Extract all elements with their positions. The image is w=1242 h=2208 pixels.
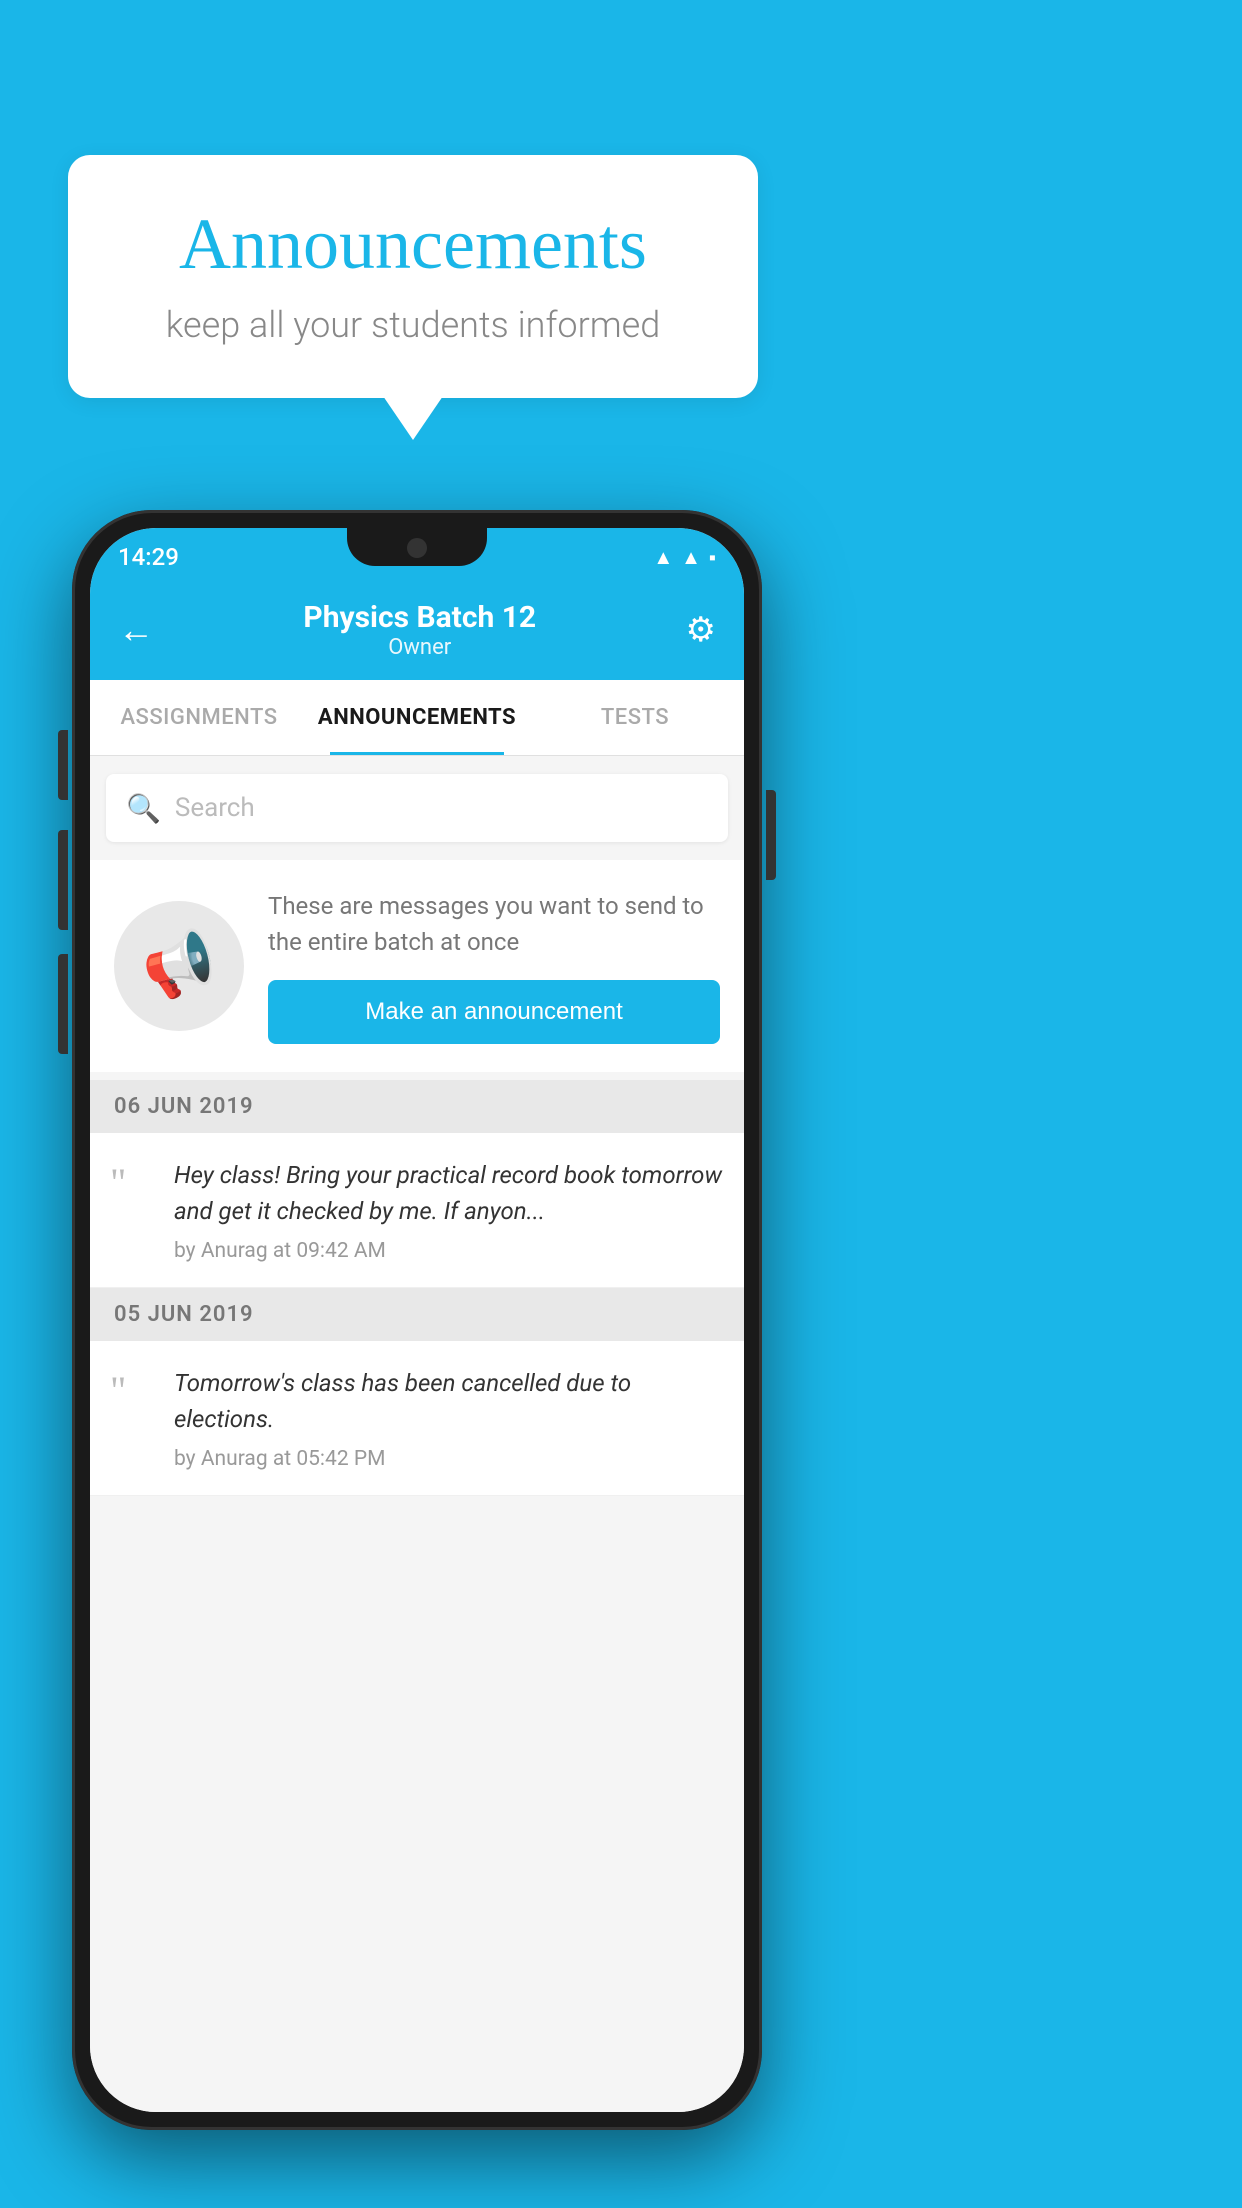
announcement-meta-2: by Anurag at 05:42 PM — [174, 1447, 724, 1471]
tab-announcements[interactable]: ANNOUNCEMENTS — [308, 680, 526, 755]
mute-button — [58, 730, 68, 800]
power-button — [766, 790, 776, 880]
quote-icon-1: " — [110, 1163, 154, 1203]
phone-screen: 14:29 ▲ ▲ ▪ ← Physics Batch 12 Owner ⚙ — [90, 528, 744, 2112]
promo-card: 📢 These are messages you want to send to… — [90, 860, 744, 1072]
tabs-container: ASSIGNMENTS ANNOUNCEMENTS TESTS — [90, 680, 744, 756]
header-title-group: Physics Batch 12 Owner — [303, 600, 536, 660]
settings-icon[interactable]: ⚙ — [686, 610, 716, 650]
search-icon: 🔍 — [126, 792, 161, 825]
announcement-content-1: Hey class! Bring your practical record b… — [174, 1157, 724, 1263]
quote-icon-2: " — [110, 1371, 154, 1411]
tab-assignments[interactable]: ASSIGNMENTS — [90, 680, 308, 755]
tab-tests[interactable]: TESTS — [526, 680, 744, 755]
back-button[interactable]: ← — [118, 609, 154, 651]
app-header: ← Physics Batch 12 Owner ⚙ — [90, 580, 744, 680]
bubble-subtitle: keep all your students informed — [128, 304, 698, 346]
front-camera — [407, 538, 427, 558]
phone-container: 14:29 ▲ ▲ ▪ ← Physics Batch 12 Owner ⚙ — [72, 510, 762, 2130]
promo-description: These are messages you want to send to t… — [268, 888, 720, 960]
announcement-meta-1: by Anurag at 09:42 AM — [174, 1239, 724, 1263]
announcement-content-2: Tomorrow's class has been cancelled due … — [174, 1365, 724, 1471]
status-icons: ▲ ▲ ▪ — [653, 545, 716, 570]
wifi-icon: ▲ — [653, 545, 673, 570]
announcement-text-2: Tomorrow's class has been cancelled due … — [174, 1365, 724, 1437]
search-placeholder: Search — [175, 793, 255, 823]
announcement-icon-circle: 📢 — [114, 901, 244, 1031]
phone-outer: 14:29 ▲ ▲ ▪ ← Physics Batch 12 Owner ⚙ — [72, 510, 762, 2130]
battery-icon: ▪ — [709, 545, 716, 570]
date-separator-1: 06 JUN 2019 — [90, 1080, 744, 1133]
batch-name: Physics Batch 12 — [303, 600, 536, 635]
signal-icon: ▲ — [681, 545, 701, 570]
status-time: 14:29 — [118, 543, 179, 571]
bubble-title: Announcements — [128, 203, 698, 286]
volume-up-button — [58, 830, 68, 930]
announcement-item-1[interactable]: " Hey class! Bring your practical record… — [90, 1133, 744, 1288]
speech-bubble-container: Announcements keep all your students inf… — [68, 155, 758, 398]
announcement-text-1: Hey class! Bring your practical record b… — [174, 1157, 724, 1229]
make-announcement-button[interactable]: Make an announcement — [268, 980, 720, 1044]
announcement-item-2[interactable]: " Tomorrow's class has been cancelled du… — [90, 1341, 744, 1496]
speech-bubble: Announcements keep all your students inf… — [68, 155, 758, 398]
promo-right: These are messages you want to send to t… — [268, 888, 720, 1044]
megaphone-icon: 📢 — [135, 924, 222, 1008]
phone-notch — [347, 528, 487, 566]
user-role: Owner — [303, 635, 536, 660]
content-area: 🔍 Search 📢 These are messages you want t… — [90, 756, 744, 2112]
date-separator-2: 05 JUN 2019 — [90, 1288, 744, 1341]
volume-down-button — [58, 954, 68, 1054]
search-bar[interactable]: 🔍 Search — [106, 774, 728, 842]
